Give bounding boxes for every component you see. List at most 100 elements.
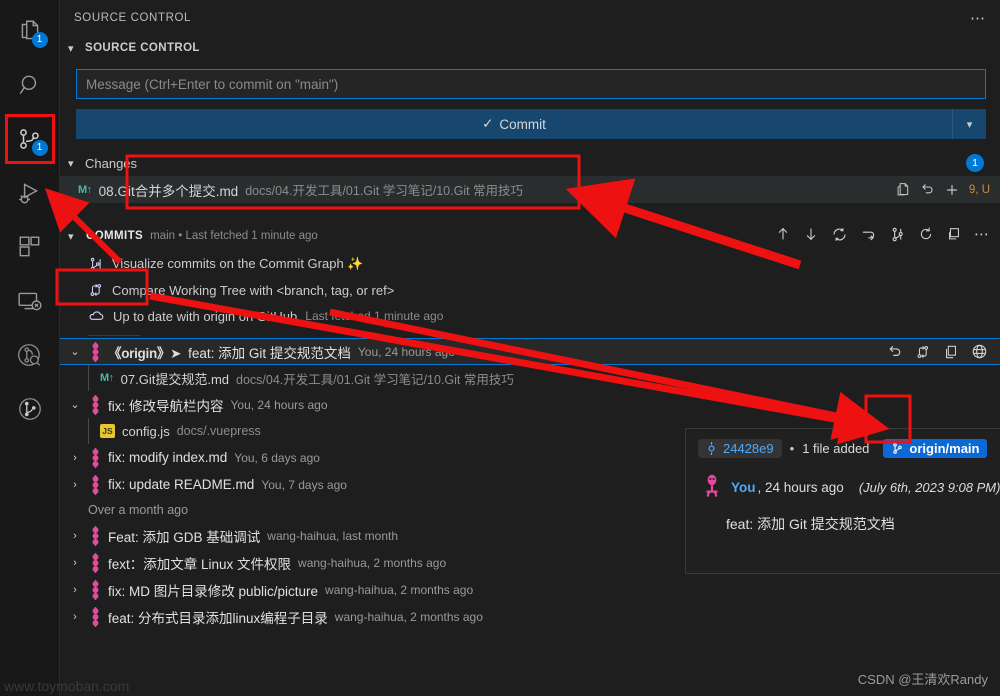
view-more-actions-icon[interactable]: ⋯: [970, 9, 986, 27]
commit-file-row[interactable]: M↑ 07.Git提交规范.md docs/04.开发工具/01.Git 学习笔…: [60, 365, 1000, 391]
chevron-down-icon[interactable]: ⌄: [68, 398, 82, 411]
commit-row[interactable]: › feat: 分布式目录添加linux编程子目录 wang-haihua, 2…: [60, 603, 1000, 630]
changed-file-row[interactable]: M↑ 08.Git合并多个提交.md docs/04.开发工具/01.Git 学…: [60, 176, 1000, 203]
cloud-icon: [88, 308, 105, 325]
git-commit-node-icon: [89, 394, 101, 415]
commit-button[interactable]: ✓ Commit: [76, 109, 952, 139]
author-name[interactable]: You: [731, 480, 756, 495]
fetch-icon[interactable]: [860, 226, 877, 243]
hover-card-author-line: You , 24 hours ago (July 6th, 2023 9:08 …: [698, 474, 1000, 500]
extensions-icon: [17, 234, 43, 260]
commits-action-commit-graph[interactable]: Visualize commits on the Commit Graph ✨: [60, 251, 1000, 277]
commits-section-header[interactable]: ▾ COMMITS main • Last fetched 1 minute a…: [60, 221, 1000, 251]
git-lens-icon: [16, 395, 44, 423]
git-commit-node-icon: [89, 525, 101, 546]
git-commit-node-icon: [89, 447, 101, 468]
branch-icon[interactable]: [889, 226, 906, 243]
git-commit-node-icon: [89, 341, 101, 362]
revert-icon[interactable]: [887, 344, 903, 360]
commits-action-label: Visualize commits on the Commit Graph ✨: [112, 256, 364, 271]
open-file-icon[interactable]: [896, 182, 911, 197]
activity-bar-item-source-control[interactable]: 1: [0, 112, 60, 166]
refresh-icon[interactable]: [918, 226, 934, 242]
chevron-down-icon: ▾: [68, 230, 74, 243]
file-path: docs/04.开发工具/01.Git 学习笔记/10.Git 常用技巧: [236, 372, 514, 387]
commit-message: fix: modify index.md: [108, 450, 228, 465]
activity-bar: 1 1: [0, 0, 60, 696]
activity-bar-item-search[interactable]: [0, 58, 60, 112]
commit-hover-card: 24428e9 • 1 file added origin/main You ,…: [685, 428, 1000, 574]
commit-message: Feat: 添加 GDB 基础调试: [108, 529, 261, 545]
commits-section-label: COMMITS: [86, 230, 144, 242]
commit-meta: You, 24 hours ago: [357, 344, 455, 359]
commit-meta: You, 6 days ago: [234, 450, 320, 465]
activity-bar-item-run-and-debug[interactable]: [0, 166, 60, 220]
author-absolute-time: (July 6th, 2023 9:08 PM): [858, 479, 1000, 495]
commits-action-sublabel: Last fetched 1 minute ago: [305, 309, 444, 323]
git-commit-node-icon: [89, 606, 101, 627]
open-on-remote-icon[interactable]: [971, 343, 988, 360]
source-control-badge: 1: [31, 140, 48, 156]
files-changed-label: 1 file added: [802, 441, 870, 456]
activity-bar-item-git-lens[interactable]: [0, 382, 60, 436]
chevron-right-icon[interactable]: ›: [68, 584, 82, 596]
file-path: docs/.vuepress: [176, 424, 261, 438]
search-icon: [17, 72, 43, 98]
chevron-right-icon[interactable]: ›: [68, 452, 82, 464]
sync-icon[interactable]: [831, 226, 848, 243]
discard-changes-icon[interactable]: [920, 182, 935, 197]
commit-message-placeholder: Message (Ctrl+Enter to commit on "main"): [86, 76, 339, 92]
compare-icon[interactable]: [915, 344, 931, 360]
commit-row[interactable]: ⌄ 《origin》➤ feat: 添加 Git 提交规范文档 You, 24 …: [60, 338, 1000, 365]
copy-icon[interactable]: [943, 344, 959, 360]
activity-bar-item-extensions[interactable]: [0, 220, 60, 274]
file-path: docs/04.开发工具/01.Git 学习笔记/10.Git 常用技巧: [245, 184, 524, 198]
chevron-right-icon[interactable]: ›: [68, 557, 82, 569]
git-commit-node-icon: [89, 579, 101, 600]
file-status-icon: M↑: [78, 183, 92, 196]
stage-changes-icon[interactable]: [944, 182, 960, 198]
activity-bar-item-remote-explorer[interactable]: [0, 274, 60, 328]
commits-toolbar: ⋯: [775, 225, 990, 243]
commit-meta: wang-haihua, 2 months ago: [334, 609, 483, 624]
pull-icon[interactable]: [803, 226, 819, 242]
chevron-down-icon: ▾: [68, 42, 74, 55]
scm-section-header[interactable]: ▾ SOURCE CONTROL: [60, 35, 1000, 61]
commit-message-input[interactable]: Message (Ctrl+Enter to commit on "main"): [76, 69, 986, 99]
commits-action-compare-working-tree[interactable]: Compare Working Tree with <branch, tag, …: [60, 277, 1000, 303]
watermark-right: CSDN @王清欢Randy: [857, 672, 988, 687]
changes-group-label: Changes: [85, 156, 138, 171]
chevron-right-icon[interactable]: ›: [68, 611, 82, 623]
changes-group-header[interactable]: ▾ Changes 1: [60, 151, 1000, 176]
commits-action-up-to-date[interactable]: Up to date with origin on GitHub Last fe…: [60, 303, 1000, 329]
changes-count-badge: 1: [966, 154, 984, 172]
scm-section-label: SOURCE CONTROL: [85, 42, 200, 54]
branch-name: origin/main: [909, 441, 980, 456]
commits-section-subtitle: main • Last fetched 1 minute ago: [150, 230, 318, 242]
hover-card-commit-message: feat: 添加 Git 提交规范文档: [726, 516, 895, 532]
commit-meta: wang-haihua, 2 months ago: [298, 555, 447, 570]
commit-hash-chip[interactable]: 24428e9: [698, 439, 782, 458]
watermark-left: www.toymoban.com: [4, 678, 130, 694]
chevron-down-icon[interactable]: ⌄: [68, 345, 82, 358]
javascript-file-icon: JS: [100, 424, 115, 438]
split-view-icon[interactable]: [946, 226, 962, 242]
commit-row[interactable]: › fix: MD 图片目录修改 public/picture wang-hai…: [60, 576, 1000, 603]
branch-chip[interactable]: origin/main: [883, 439, 988, 458]
chevron-right-icon[interactable]: ›: [68, 479, 82, 491]
chevron-right-icon[interactable]: ›: [68, 530, 82, 542]
commit-message: feat: 添加 Git 提交规范文档: [188, 345, 351, 361]
commit-row[interactable]: ⌄ fix: 修改导航栏内容 You, 24 hours ago: [60, 391, 1000, 418]
activity-bar-item-explorer[interactable]: 1: [0, 4, 60, 58]
push-icon[interactable]: [775, 226, 791, 242]
file-status-icon: M↑: [100, 372, 114, 384]
source-control-panel: SOURCE CONTROL ⋯ ▾ SOURCE CONTROL Messag…: [60, 0, 1000, 696]
commit-dropdown-button[interactable]: ▾: [952, 109, 986, 139]
activity-bar-item-git-graph-search[interactable]: [0, 328, 60, 382]
commit-graph-icon: [88, 256, 104, 272]
run-debug-icon: [17, 180, 43, 206]
commit-meta: wang-haihua, 2 months ago: [325, 582, 474, 597]
author-relative-time: , 24 hours ago: [757, 479, 844, 495]
more-actions-icon[interactable]: ⋯: [974, 225, 990, 243]
check-icon: ✓: [482, 116, 494, 131]
